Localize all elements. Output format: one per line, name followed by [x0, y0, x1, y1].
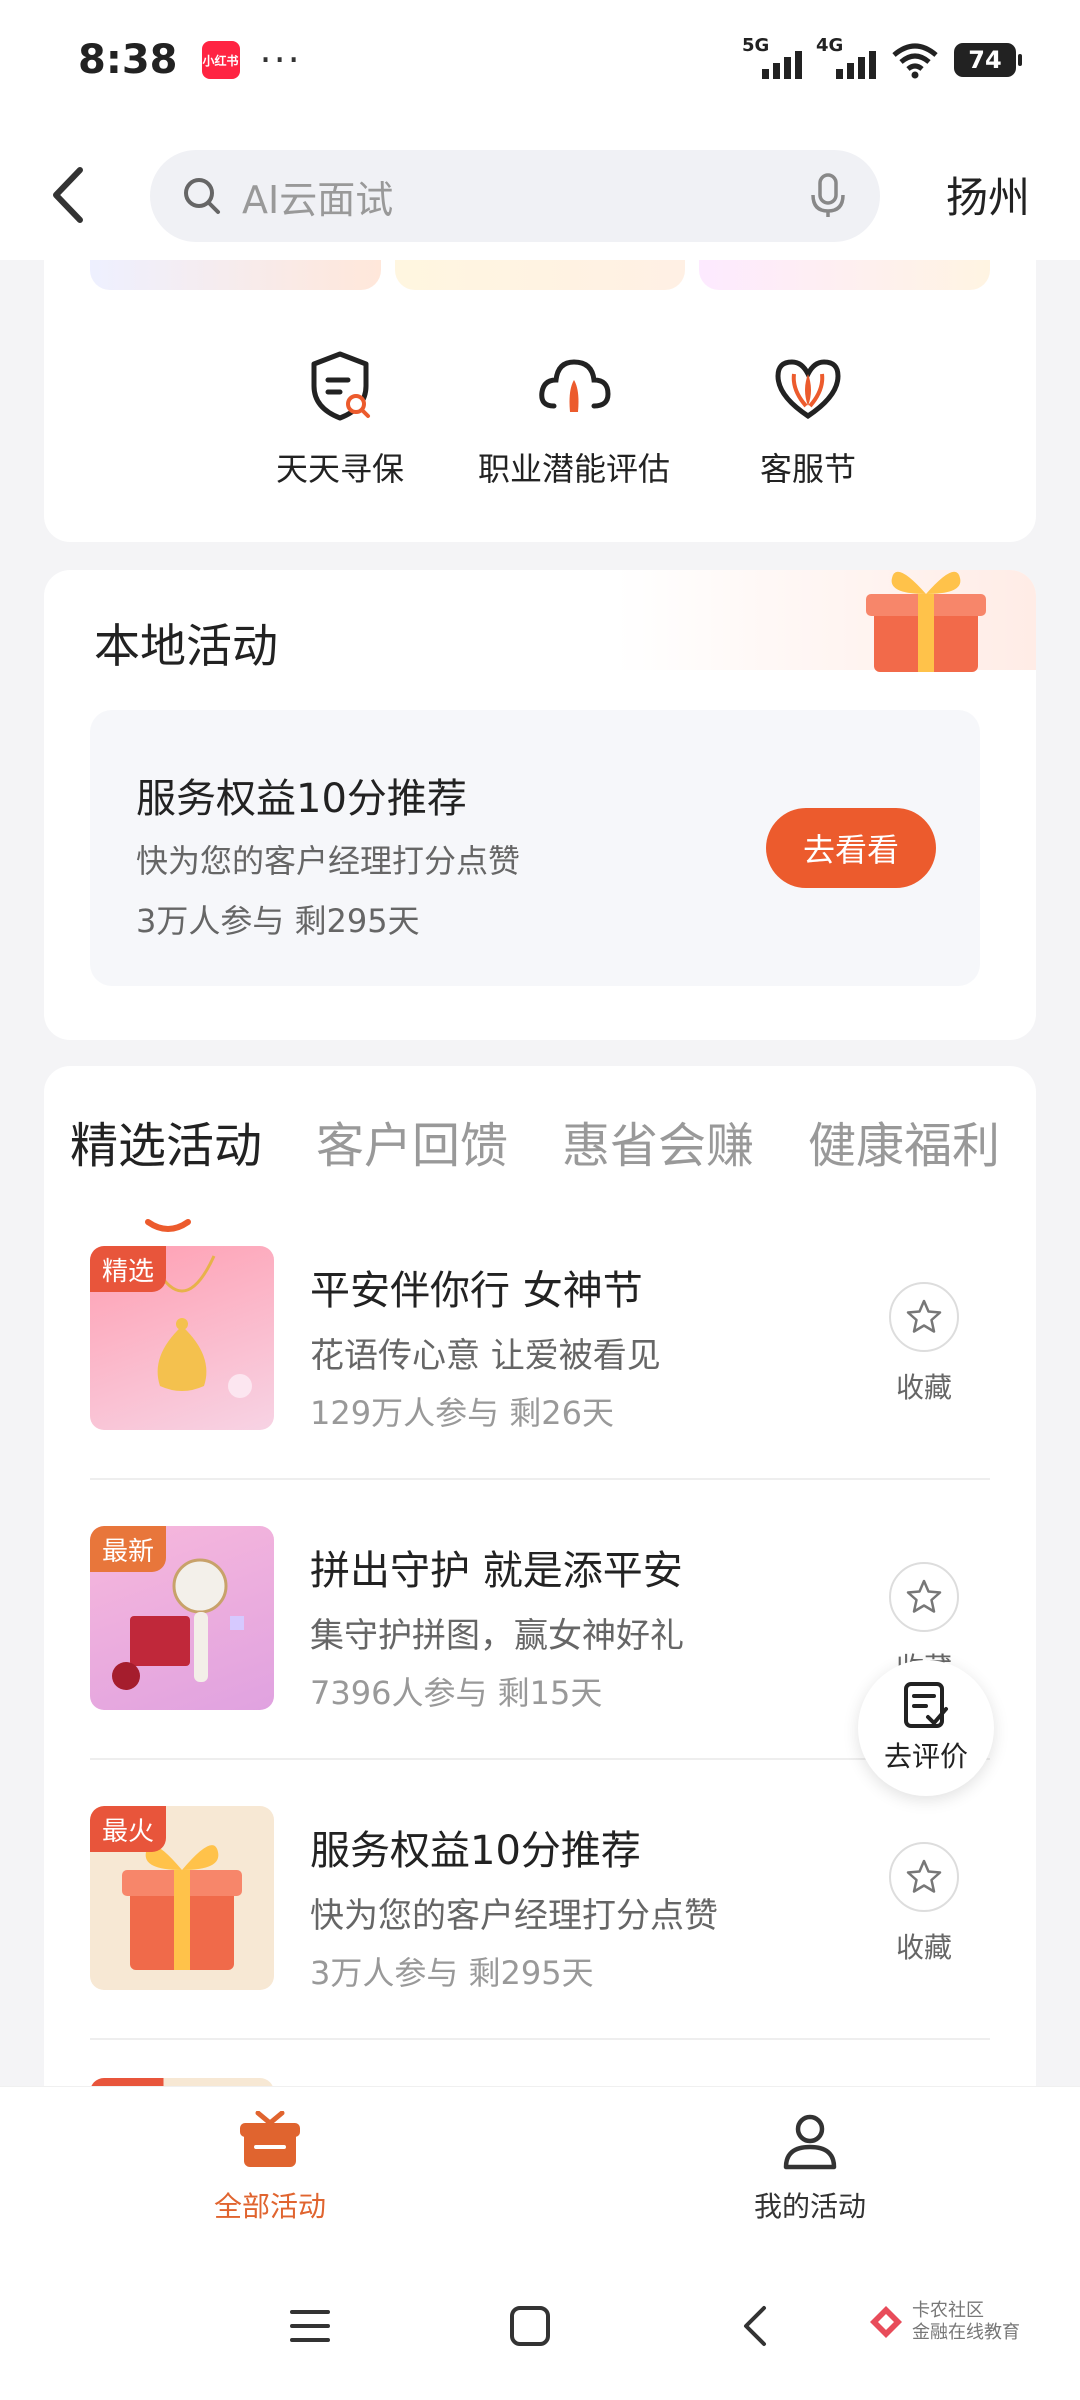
cloud-rocket-icon: [539, 359, 611, 412]
activity-meta: 7396人参与 剩15天: [310, 1674, 603, 1712]
service-tiantian-xunbao[interactable]: 天天寻保: [230, 346, 450, 490]
person-icon: [783, 2114, 837, 2170]
signal-4g-icon: 4G: [816, 35, 876, 79]
review-float-button[interactable]: 去评价: [858, 1660, 994, 1796]
more-notifications-icon: ···: [259, 38, 302, 82]
signal-5g-icon: 5G: [742, 35, 802, 79]
divider: [90, 2038, 990, 2040]
service-career-assessment[interactable]: 职业潜能评估: [464, 346, 684, 490]
system-nav-bar: 卡农社区 金融在线教育: [0, 2256, 1080, 2400]
review-label: 去评价: [883, 1740, 968, 1773]
activity-thumbnail: 最新: [90, 1526, 274, 1710]
service-customer-festival[interactable]: 客服节: [698, 346, 918, 490]
xiaohongshu-app-icon: 小红书: [201, 41, 240, 79]
activity-title: 服务权益10分推荐: [310, 1828, 641, 1874]
watermark: 卡农社区 金融在线教育: [866, 2300, 1020, 2344]
local-activity-item[interactable]: 服务权益10分推荐 快为您的客户经理打分点赞 3万人参与 剩295天 去看看: [90, 710, 980, 986]
star-icon: [906, 1859, 942, 1893]
go-see-button[interactable]: 去看看: [766, 808, 936, 888]
search-placeholder: AI云面试: [242, 177, 394, 222]
heart-icon: [775, 359, 841, 420]
activity-tabs: 精选活动 客户回馈 惠省会赚 健康福利: [44, 1106, 1036, 1232]
activity-thumbnail: 最火: [90, 1806, 274, 1990]
back-icon[interactable]: [734, 2304, 778, 2348]
nav-my-activities[interactable]: 我的活动: [700, 2111, 920, 2225]
services-card: 天天寻保 职业潜能评估 客服节: [44, 260, 1036, 542]
local-activities-title: 本地活动: [94, 619, 278, 673]
city-selector[interactable]: 扬州: [946, 164, 1030, 225]
star-icon: [906, 1579, 942, 1613]
service-label: 天天寻保: [275, 450, 404, 488]
tab-save-earn[interactable]: 惠省会赚: [562, 1106, 754, 1176]
nav-label: 全部活动: [213, 2190, 326, 2223]
tag-featured: 精选: [90, 1246, 167, 1292]
shield-search-icon: [311, 351, 370, 421]
favorite-button[interactable]: 收藏: [874, 1282, 974, 1406]
watermark-line2: 金融在线教育: [912, 2322, 1020, 2343]
local-activity-subtitle: 快为您的客户经理打分点赞: [136, 842, 521, 880]
favorite-button[interactable]: 收藏: [874, 1842, 974, 1966]
favorite-label: 收藏: [895, 1931, 952, 1964]
activity-list-card: 精选活动 客户回馈 惠省会赚 健康福利 精选 平安伴你行 女神节 花语传心意 让…: [44, 1066, 1036, 2116]
search-input[interactable]: AI云面试: [150, 150, 880, 242]
search-header: AI云面试 扬州: [0, 120, 1080, 260]
activity-title: 平安伴你行 女神节: [310, 1268, 643, 1314]
activity-item[interactable]: 精选 平安伴你行 女神节 花语传心意 让爱被看见 129万人参与 剩26天 收藏: [90, 1218, 990, 1498]
menu-icon[interactable]: [288, 2304, 332, 2348]
home-icon[interactable]: [508, 2304, 552, 2348]
bottom-nav: 全部活动 我的活动: [0, 2086, 1080, 2256]
status-time: 8:38: [78, 37, 178, 83]
tag-newest: 最新: [90, 1526, 167, 1572]
watermark-line1: 卡农社区: [912, 2300, 984, 2321]
divider: [90, 1478, 990, 1480]
local-activity-meta: 3万人参与 剩295天: [136, 902, 420, 940]
gift-icon: [240, 2110, 300, 2167]
local-activities-card: 本地活动 服务权益10分推荐 快为您的客户经理打分点赞 3万人参与 剩295天 …: [44, 570, 1036, 1040]
activity-item[interactable]: 最新 拼出守护 就是添平安 集守护拼图，赢女神好礼 7396人参与 剩15天 收…: [90, 1498, 990, 1778]
nav-all-activities[interactable]: 全部活动: [160, 2110, 380, 2225]
service-label: 职业潜能评估: [477, 450, 670, 488]
activity-subtitle: 快为您的客户经理打分点赞: [310, 1896, 718, 1936]
tab-featured[interactable]: 精选活动: [70, 1106, 262, 1176]
activity-meta: 3万人参与 剩295天: [310, 1954, 594, 1992]
activity-item[interactable]: 最火 服务权益10分推荐 快为您的客户经理打分点赞 3万人参与 剩295天 收藏: [90, 1778, 990, 2058]
back-arrow-icon[interactable]: [44, 164, 96, 226]
gift-box-icon: [866, 571, 986, 672]
microphone-icon[interactable]: [808, 173, 848, 219]
service-label: 客服节: [759, 450, 856, 488]
favorite-label: 收藏: [895, 1371, 952, 1404]
star-icon: [906, 1299, 942, 1333]
activity-thumbnail: 精选: [90, 1246, 274, 1430]
activity-subtitle: 花语传心意 让爱被看见: [310, 1336, 661, 1376]
status-bar: 8:38 小红书 ··· 5G 4G 74: [0, 0, 1080, 120]
search-icon: [184, 178, 220, 214]
activity-subtitle: 集守护拼图，赢女神好礼: [310, 1616, 684, 1656]
tab-health-benefits[interactable]: 健康福利: [808, 1106, 1000, 1176]
activity-title: 拼出守护 就是添平安: [310, 1548, 683, 1594]
nav-label: 我的活动: [753, 2190, 866, 2223]
tab-customer-feedback[interactable]: 客户回馈: [316, 1106, 508, 1176]
local-activity-title: 服务权益10分推荐: [136, 776, 467, 822]
battery-icon: 74: [954, 43, 1022, 77]
tag-hottest: 最火: [90, 1806, 167, 1852]
review-check-icon: [904, 1682, 948, 1728]
banner-strip[interactable]: [90, 260, 991, 290]
divider: [90, 1758, 990, 1760]
kanong-logo-icon: [870, 2306, 902, 2338]
wifi-icon: [892, 43, 938, 79]
activity-meta: 129万人参与 剩26天: [310, 1394, 614, 1432]
